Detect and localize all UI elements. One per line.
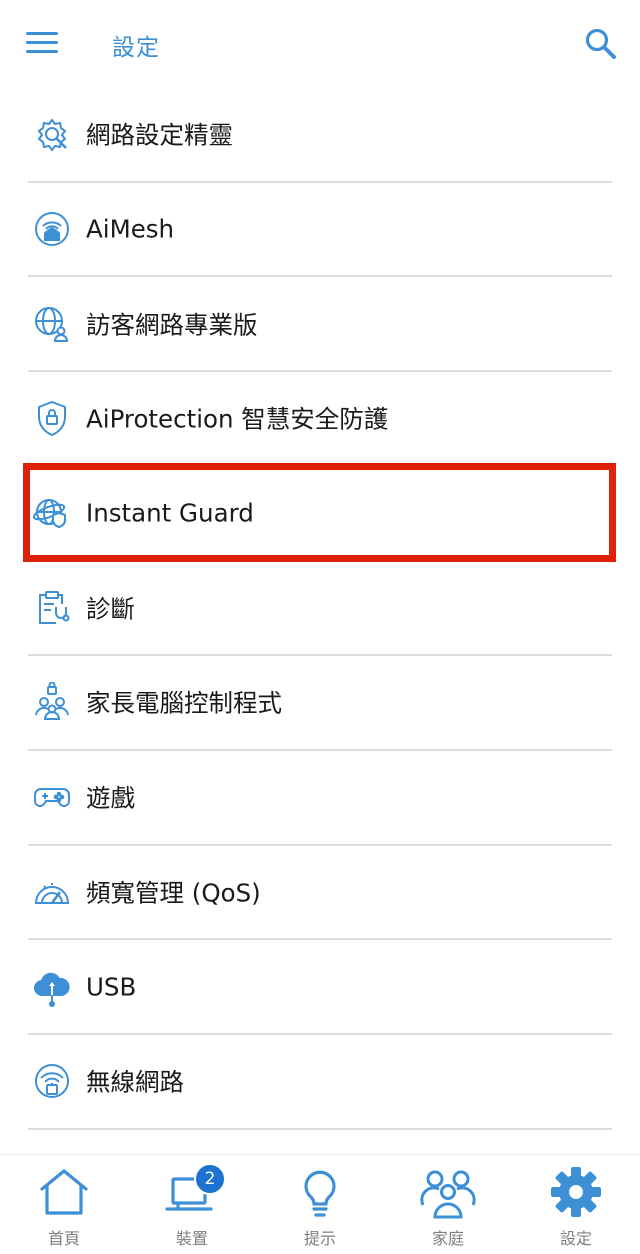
bottom-tab-bar: 首頁 2 裝置 提示 家庭 設定: [0, 1154, 640, 1254]
wizard-gear-icon: [37, 118, 67, 153]
settings-item-wireless[interactable]: 無線網路: [28, 1035, 612, 1130]
settings-item-label: 頻寬管理 (QoS): [86, 878, 261, 908]
family-icon: [420, 1170, 476, 1219]
settings-item-guest-network[interactable]: 訪客網路專業版: [28, 277, 612, 373]
tab-home[interactable]: 首頁: [0, 1155, 128, 1254]
settings-item-label: USB: [86, 972, 137, 1002]
settings-item-label: 遊戲: [86, 783, 135, 813]
app-header: 設定: [0, 0, 640, 88]
tab-label: 家庭: [431, 1229, 464, 1248]
speedometer-icon: [34, 882, 70, 904]
gear-icon: [551, 1167, 601, 1217]
tab-label: 首頁: [47, 1229, 80, 1248]
settings-item-network-wizard[interactable]: 網路設定精靈: [28, 88, 612, 183]
settings-item-label: AiProtection 智慧安全防護: [86, 404, 389, 434]
home-icon: [40, 1169, 88, 1215]
usb-cloud-icon: [34, 972, 70, 1007]
lightbulb-icon: [304, 1170, 336, 1217]
tab-settings[interactable]: 設定: [512, 1155, 640, 1254]
guest-network-globe-icon: [35, 306, 69, 342]
shield-lock-icon: [38, 401, 66, 437]
settings-item-label: 網路設定精靈: [86, 120, 233, 150]
page-title: 設定: [112, 35, 160, 61]
aimesh-home-wifi-icon: [35, 212, 69, 247]
settings-list: 網路設定精靈 AiMesh 訪客網路專業版 AiProtection 智慧安全防…: [28, 88, 612, 1130]
tab-label: 裝置: [175, 1229, 208, 1248]
devices-count-badge: 2: [194, 1163, 226, 1195]
tab-family[interactable]: 家庭: [384, 1155, 512, 1254]
tab-label: 設定: [559, 1229, 592, 1248]
tab-devices[interactable]: 2 裝置: [128, 1155, 256, 1254]
tab-label: 提示: [303, 1229, 336, 1248]
settings-item-label: Instant Guard: [86, 498, 254, 528]
hamburger-menu-icon[interactable]: [26, 30, 60, 56]
settings-item-aimesh[interactable]: AiMesh: [28, 183, 612, 278]
globe-shield-icon: [32, 499, 66, 529]
family-lock-icon: [35, 682, 69, 721]
settings-item-qos[interactable]: 頻寬管理 (QoS): [28, 846, 612, 941]
settings-item-aiprotection[interactable]: AiProtection 智慧安全防護: [28, 372, 612, 467]
settings-item-parental-controls[interactable]: 家長電腦控制程式: [28, 656, 612, 751]
settings-item-label: 診斷: [86, 594, 135, 624]
gamepad-icon: [34, 788, 70, 808]
search-icon[interactable]: [584, 27, 618, 61]
settings-item-diagnostics[interactable]: 診斷: [28, 561, 612, 657]
settings-item-label: 家長電腦控制程式: [86, 688, 282, 718]
settings-item-usb[interactable]: USB: [28, 940, 612, 1035]
tab-tips[interactable]: 提示: [256, 1155, 384, 1254]
settings-item-gaming[interactable]: 遊戲: [28, 751, 612, 846]
settings-item-instant-guard[interactable]: Instant Guard: [28, 467, 612, 562]
settings-item-label: 訪客網路專業版: [86, 310, 258, 340]
wireless-router-icon: [35, 1064, 69, 1099]
settings-item-label: 無線網路: [86, 1067, 184, 1097]
clipboard-stethoscope-icon: [39, 590, 70, 624]
settings-item-label: AiMesh: [86, 214, 175, 244]
